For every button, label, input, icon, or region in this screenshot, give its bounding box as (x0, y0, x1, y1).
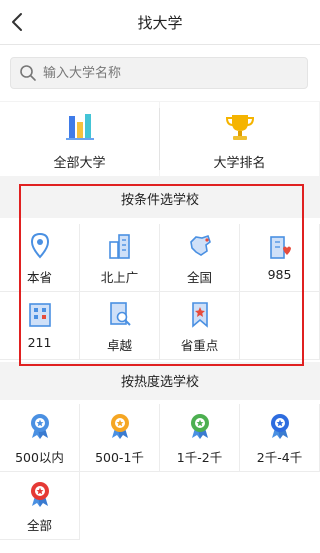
city-buildings-icon (108, 234, 130, 259)
all-universities-button[interactable]: 全部大学 (0, 102, 159, 176)
top-bar: 找大学 (0, 0, 320, 45)
trophy-icon (225, 115, 254, 140)
china-map-icon (189, 234, 211, 256)
popularity-label: 1千-2千 (176, 450, 223, 465)
medal-orange-icon (110, 414, 129, 439)
condition-label: 全国 (186, 270, 212, 285)
search-icon (20, 65, 36, 81)
popularity-label: 2千-4千 (256, 450, 303, 465)
location-pin-icon (30, 232, 49, 259)
bar-chart-icon (65, 114, 94, 140)
all-universities-label: 全部大学 (53, 156, 106, 171)
search-box[interactable] (10, 57, 308, 89)
medal-blue-icon (30, 414, 49, 439)
page-title: 找大学 (137, 14, 183, 32)
bookmark-star-icon (191, 302, 208, 328)
university-ranking-button[interactable]: 大学排名 (160, 102, 319, 176)
condition-item-excellence[interactable]: 卓越 (80, 292, 160, 360)
condition-item-nationwide[interactable]: 全国 (160, 224, 240, 292)
office-building-icon (28, 303, 51, 327)
condition-item-985[interactable]: 985 (240, 224, 320, 292)
popularity-item-all[interactable]: 全部 (0, 472, 80, 540)
popularity-label: 500以内 (15, 450, 64, 465)
condition-item-211[interactable]: 211 (0, 292, 80, 360)
condition-label: 北上广 (100, 270, 139, 285)
condition-label: 卓越 (106, 338, 132, 353)
search-input[interactable] (43, 58, 303, 88)
document-search-icon (109, 302, 131, 326)
medal-darkblue-icon (270, 414, 289, 439)
condition-label: 985 (267, 267, 292, 282)
condition-grid: 本省 北上广 全国 985 211 卓越 省重点 (0, 218, 320, 362)
popularity-label: 500-1千 (95, 450, 144, 465)
popularity-item-500-1k[interactable]: 500-1千 (80, 404, 160, 472)
popularity-section-title: 按热度选学校 (0, 366, 320, 400)
popularity-grid: 500以内 500-1千 1千-2千 2千-4千 全部 (0, 400, 320, 553)
condition-section-title: 按条件选学校 (0, 184, 320, 218)
building-heart-icon (269, 236, 291, 259)
condition-item-empty (240, 292, 320, 360)
medal-green-icon (190, 414, 209, 439)
condition-label: 211 (27, 335, 52, 350)
popularity-item-1k-2k[interactable]: 1千-2千 (160, 404, 240, 472)
condition-item-province[interactable]: 本省 (0, 224, 80, 292)
university-ranking-label: 大学排名 (213, 156, 266, 171)
popularity-item-2k-4k[interactable]: 2千-4千 (240, 404, 320, 472)
condition-item-provincial-key[interactable]: 省重点 (160, 292, 240, 360)
popularity-label: 全部 (26, 518, 52, 533)
medal-red-icon (30, 482, 49, 507)
search-area (0, 45, 320, 101)
condition-label: 省重点 (180, 338, 219, 353)
condition-item-beishangguang[interactable]: 北上广 (80, 224, 160, 292)
condition-label: 本省 (26, 270, 52, 285)
popularity-item-under-500[interactable]: 500以内 (0, 404, 80, 472)
